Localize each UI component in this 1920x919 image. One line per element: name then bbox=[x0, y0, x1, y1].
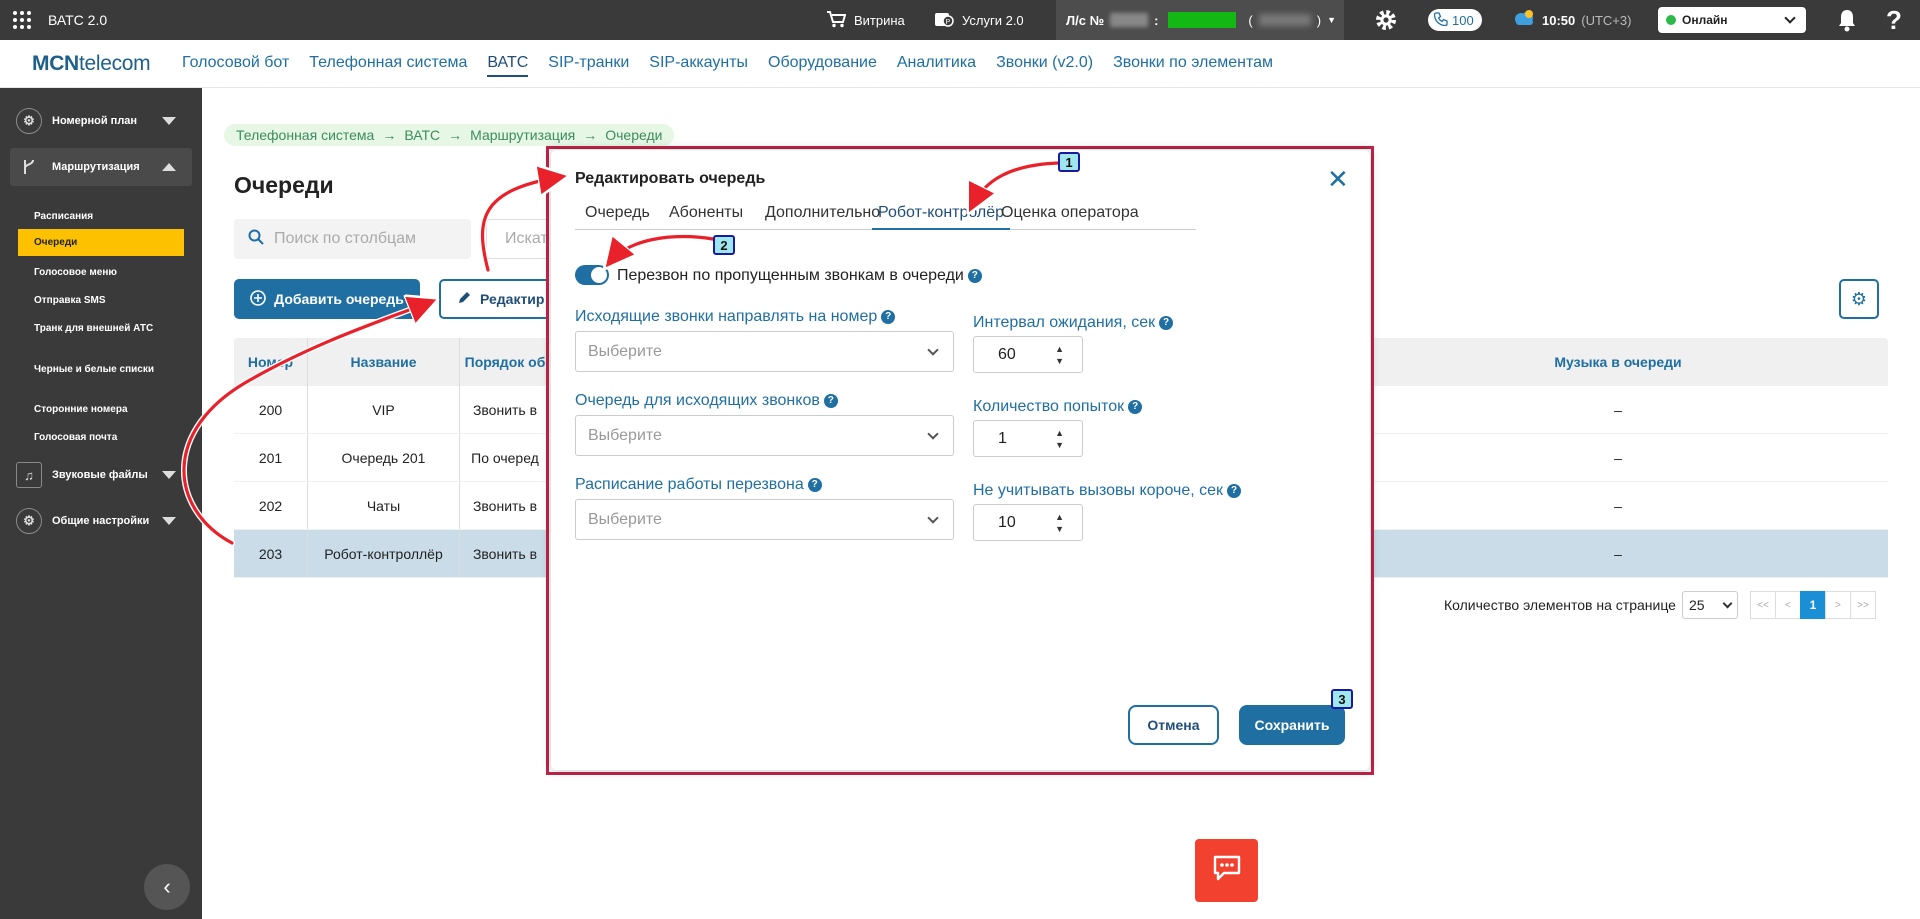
annotation-badge-1: 1 bbox=[1058, 152, 1080, 172]
annotation-badge-2: 2 bbox=[713, 235, 735, 255]
annotation-arrows bbox=[181, 160, 1061, 546]
arrow-to-title bbox=[480, 177, 560, 272]
annotation-badge-3: 3 bbox=[1331, 689, 1353, 709]
arrow-to-edit bbox=[182, 302, 430, 545]
